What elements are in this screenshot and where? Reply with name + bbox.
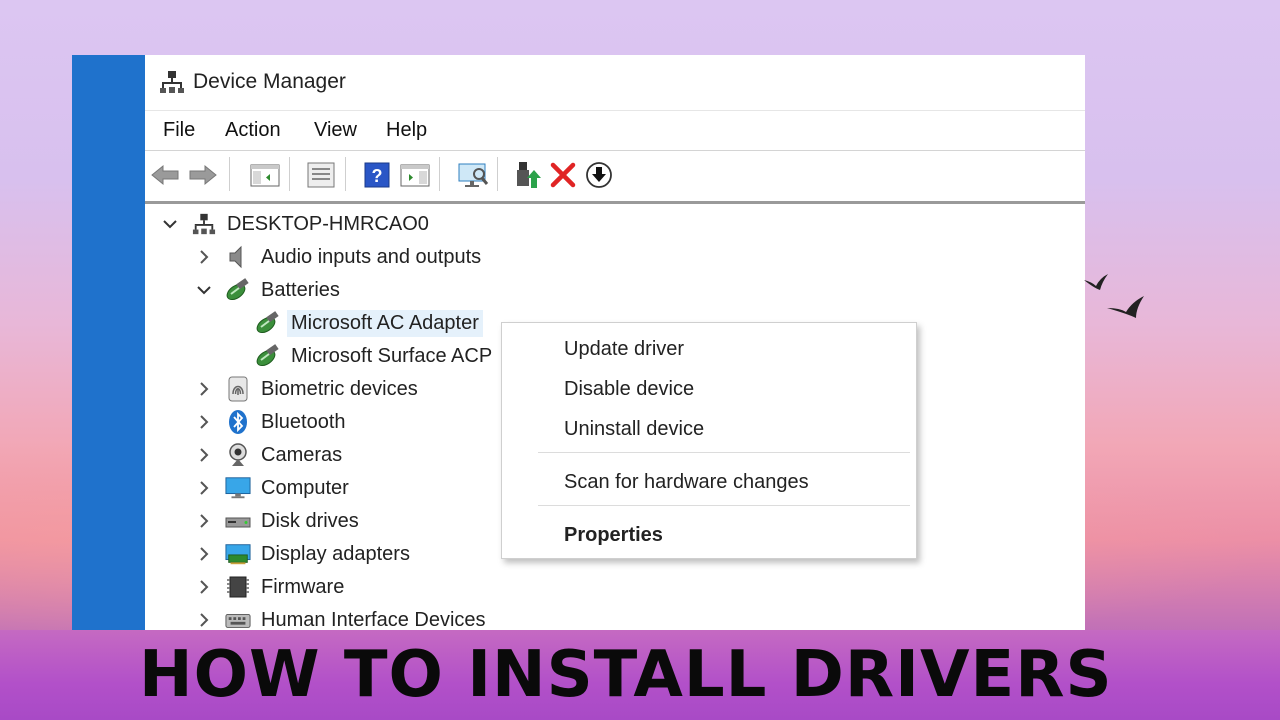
help-icon[interactable]: ? xyxy=(361,159,393,191)
toolbar-separator xyxy=(229,157,230,191)
tree-item-disk-drives[interactable]: Disk drives xyxy=(195,506,359,536)
tree-item-audio[interactable]: Audio inputs and outputs xyxy=(195,242,481,272)
tree-item-label: Human Interface Devices xyxy=(261,608,486,631)
menu-bar: File Action View Help xyxy=(145,110,1085,150)
svg-text:?: ? xyxy=(372,166,383,186)
bird-icon xyxy=(1106,294,1146,327)
menu-action[interactable]: Action xyxy=(225,119,281,142)
tree-root-label: DESKTOP-HMRCAO0 xyxy=(227,212,429,235)
bluetooth-icon xyxy=(225,409,251,435)
tree-item-biometric[interactable]: Biometric devices xyxy=(195,374,418,404)
disk-drive-icon xyxy=(225,508,251,534)
ctx-disable-device[interactable]: Disable device xyxy=(564,378,694,401)
toolbar-separator xyxy=(345,157,346,191)
scan-hardware-icon[interactable] xyxy=(457,159,489,191)
run-action-icon[interactable] xyxy=(399,159,431,191)
toolbar-separator xyxy=(439,157,440,191)
window-title: Device Manager xyxy=(193,70,346,93)
battery-icon xyxy=(255,310,281,336)
camera-icon xyxy=(225,442,251,468)
chevron-right-icon[interactable] xyxy=(195,380,213,398)
tree-item-label: Audio inputs and outputs xyxy=(261,245,482,268)
tree-item-label: Display adapters xyxy=(261,542,410,565)
tree-root[interactable]: DESKTOP-HMRCAO0 xyxy=(161,209,429,239)
update-driver-icon[interactable] xyxy=(511,159,543,191)
firmware-chip-icon xyxy=(225,574,251,600)
tree-item-label: Microsoft AC Adapter xyxy=(287,309,483,337)
video-headline: HOW TO INSTALL DRIVERS xyxy=(139,638,1113,712)
back-arrow-icon[interactable] xyxy=(149,159,181,191)
tree-item-label: Computer xyxy=(261,476,349,499)
chevron-down-icon[interactable] xyxy=(195,281,213,299)
ctx-scan-hardware[interactable]: Scan for hardware changes xyxy=(564,471,809,494)
tree-item-bluetooth[interactable]: Bluetooth xyxy=(195,407,346,437)
toolbar-separator xyxy=(497,157,498,191)
battery-icon xyxy=(255,343,281,369)
tree-item-label: Microsoft Surface ACP xyxy=(291,344,493,367)
uninstall-icon[interactable] xyxy=(547,159,579,191)
tree-item-firmware[interactable]: Firmware xyxy=(195,572,344,602)
tree-item-computer[interactable]: Computer xyxy=(195,473,349,503)
hid-icon xyxy=(225,607,251,630)
tree-item-label: Batteries xyxy=(261,278,340,301)
chevron-right-icon[interactable] xyxy=(195,611,213,629)
toolbar-separator xyxy=(289,157,290,191)
tree-item-cameras[interactable]: Cameras xyxy=(195,440,342,470)
battery-icon xyxy=(225,277,251,303)
ctx-separator xyxy=(538,452,910,453)
menu-file[interactable]: File xyxy=(163,119,195,142)
tree-item-label: Disk drives xyxy=(261,509,359,532)
download-driver-icon[interactable] xyxy=(583,159,615,191)
monitor-icon xyxy=(225,475,251,501)
tree-item-batteries[interactable]: Batteries xyxy=(195,275,340,305)
computer-network-icon xyxy=(191,211,217,237)
ctx-update-driver[interactable]: Update driver xyxy=(564,338,684,361)
chevron-right-icon[interactable] xyxy=(195,578,213,596)
tree-item-microsoft-ac-adapter[interactable]: Microsoft AC Adapter xyxy=(255,308,483,338)
tree-item-label: Firmware xyxy=(261,575,345,598)
chevron-down-icon[interactable] xyxy=(161,215,179,233)
speaker-icon xyxy=(225,244,251,270)
display-adapter-icon xyxy=(225,541,251,567)
fingerprint-icon xyxy=(225,376,251,402)
tree-item-label: Cameras xyxy=(261,443,343,466)
ctx-properties[interactable]: Properties xyxy=(564,524,663,547)
chevron-right-icon[interactable] xyxy=(195,479,213,497)
toolbar: ? xyxy=(145,150,1085,204)
tree-item-microsoft-surface-acpi[interactable]: Microsoft Surface ACP xyxy=(255,341,492,371)
chevron-right-icon[interactable] xyxy=(195,413,213,431)
tree-item-display-adapters[interactable]: Display adapters xyxy=(195,539,410,569)
ctx-separator xyxy=(538,505,910,506)
chevron-right-icon[interactable] xyxy=(195,545,213,563)
tree-item-label: Bluetooth xyxy=(261,410,346,433)
title-bar[interactable]: Device Manager xyxy=(145,55,1085,111)
show-hide-console-tree-icon[interactable] xyxy=(249,159,281,191)
forward-arrow-icon[interactable] xyxy=(187,159,219,191)
tree-item-label: Biometric devices xyxy=(261,377,418,400)
menu-view[interactable]: View xyxy=(314,119,357,142)
device-manager-icon xyxy=(159,69,185,95)
chevron-right-icon[interactable] xyxy=(195,446,213,464)
chevron-right-icon[interactable] xyxy=(195,512,213,530)
tree-item-human-interface-devices[interactable]: Human Interface Devices xyxy=(195,605,486,630)
window-accent-bar xyxy=(72,55,145,630)
chevron-right-icon[interactable] xyxy=(195,248,213,266)
ctx-uninstall-device[interactable]: Uninstall device xyxy=(564,418,704,441)
menu-help[interactable]: Help xyxy=(386,119,427,142)
context-menu: Update driver Disable device Uninstall d… xyxy=(501,322,917,559)
properties-icon[interactable] xyxy=(305,159,337,191)
